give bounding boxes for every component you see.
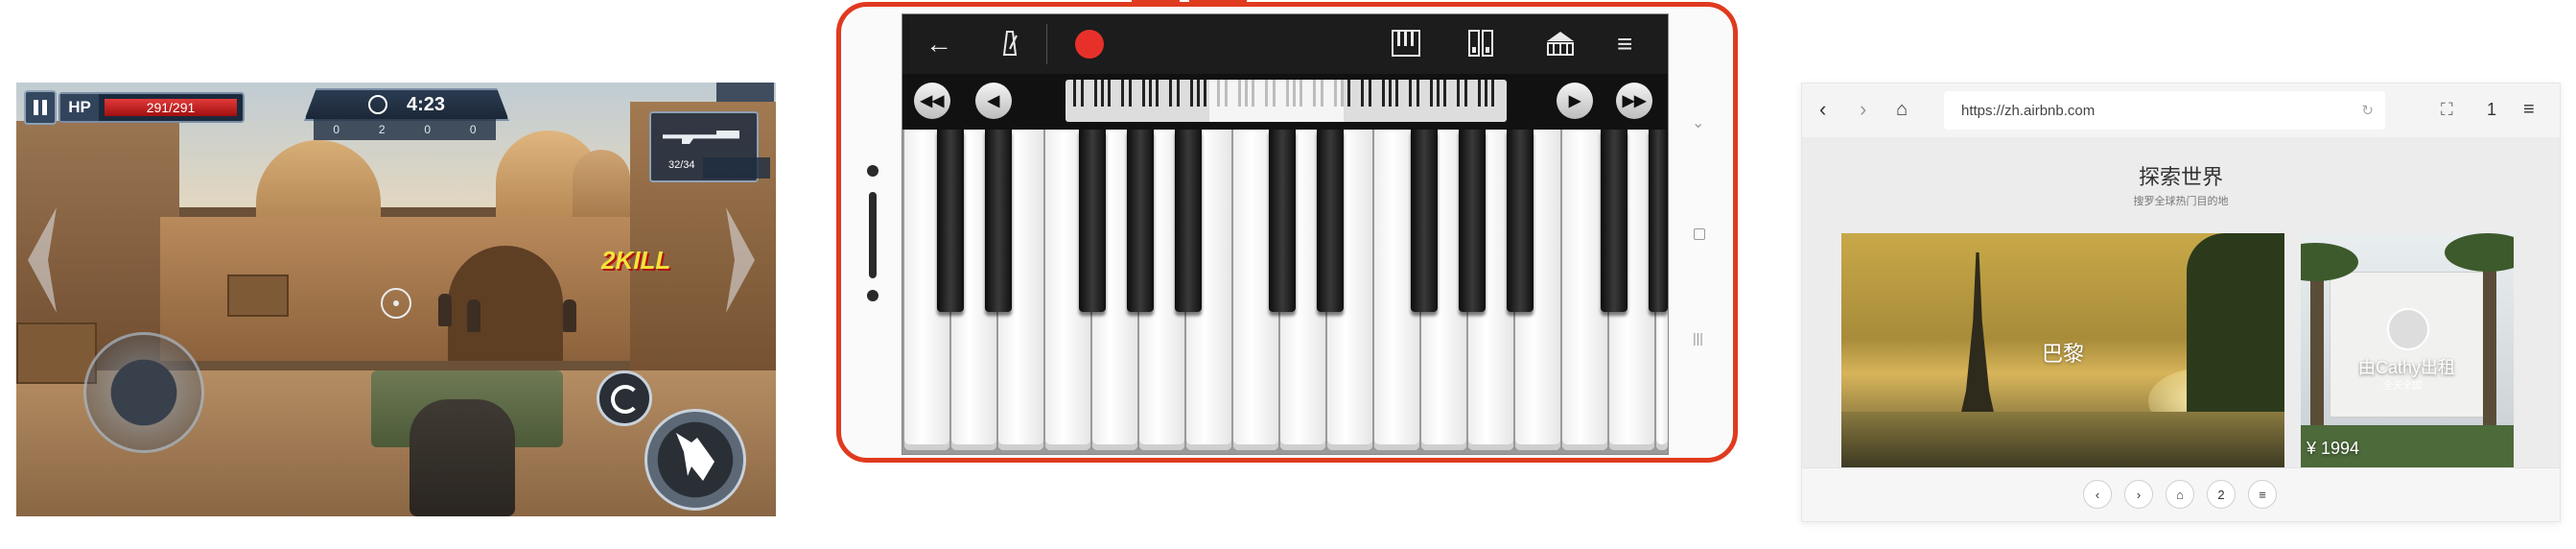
card-title: 巴黎 [2041,342,2084,366]
minimap-viewport[interactable] [1209,80,1344,122]
black-key[interactable] [937,130,964,312]
game-arch [448,246,563,361]
rifle-icon [663,131,739,144]
weapon-slot-tertiary[interactable] [703,157,770,179]
scroll-far-right-button[interactable]: ▶▶ [1616,83,1652,119]
keyboard-mode-icon[interactable] [1392,30,1420,64]
card-river [1841,412,2284,467]
footer-menu-button[interactable]: ≡ [2248,480,2277,509]
footer-back-button[interactable]: ‹ [2083,480,2112,509]
score-far: 0 [469,123,477,136]
game-crate [227,274,289,317]
match-timer: 4:23 [304,88,509,121]
black-key[interactable] [1507,130,1534,312]
scroll-far-left-button[interactable]: ◀◀ [914,83,950,119]
black-key[interactable] [1649,130,1668,312]
black-key[interactable] [1175,130,1202,312]
url-text: https://zh.airbnb.com [1961,102,2096,119]
scroll-left-button[interactable]: ◀ [975,83,1012,119]
black-key[interactable] [1459,130,1486,312]
back-icon[interactable]: ‹ [1819,97,1826,122]
footer-home-button[interactable]: ⌂ [2166,480,2194,509]
palm-tree [2483,252,2496,444]
page-title: 探索世界 [2138,165,2223,189]
avatar [2387,308,2429,350]
clock-icon [367,95,387,114]
destination-card-paris[interactable]: 巴黎 [1841,233,2284,467]
browser-footer-toolbar: ‹ › ⌂ 2 ≡ [1802,467,2560,521]
black-key[interactable] [1601,130,1628,312]
palm-tree [2310,252,2324,444]
black-key[interactable] [1079,130,1106,312]
browser-toolbar: ‹ › ⌂ https://zh.airbnb.com ↻ ⛶ 1 ≡ [1802,84,2560,138]
black-key[interactable] [1411,130,1438,312]
home-icon[interactable]: ⌂ [1896,97,1908,122]
black-key[interactable] [1269,130,1296,312]
reload-button[interactable] [597,370,652,426]
score-mid: 2 [378,123,386,136]
fire-button[interactable] [644,409,746,511]
dual-keyboard-icon[interactable] [1468,30,1493,64]
record-button[interactable] [1075,30,1104,59]
movement-joystick[interactable] [83,332,204,453]
enemy-soldier [563,299,576,332]
player-soldier [410,399,515,516]
listing-card[interactable]: 由Cathy出租 · 全天全国 ¥ 1994 [2301,233,2514,467]
screenshot-icon[interactable]: ⛶ [2441,97,2453,122]
piano-toolbar: ← ≡ [902,14,1668,74]
scroll-right-button[interactable]: ▶ [1557,83,1593,119]
pause-button[interactable] [24,90,57,125]
phone-camera [867,165,878,177]
recents-bars-icon[interactable]: ||| [1693,330,1703,346]
tab-count[interactable]: 1 [2487,97,2496,122]
piano-keyboard [902,130,1668,454]
score-left: 0 [333,123,340,136]
browser-menu-icon[interactable]: ≡ [2523,97,2535,122]
kill-streak-text: 2KILL [601,246,671,274]
page-content: 探索世界 搜罗全球热门目的地 巴黎 由Cathy出租 · 全天全国 ¥ 1994 [1802,137,2560,467]
forward-icon[interactable]: › [1860,97,1866,122]
hp-value: 291/291 [105,99,237,116]
address-bar[interactable]: https://zh.airbnb.com ↻ [1944,91,2385,130]
host-name: 由Cathy出租 [2358,358,2456,377]
refresh-icon[interactable]: ↻ [2361,102,2374,119]
footer-tab-count[interactable]: 2 [2207,480,2236,509]
hp-bar: HP 291/291 [59,92,245,123]
game-screenshot: HP 291/291 4:23 0 2 0 0 32/34 2KILL [16,83,776,516]
toolbar-divider [1046,24,1047,64]
footer-forward-button[interactable]: › [2124,480,2153,509]
metronome-icon[interactable] [998,30,1021,57]
phone-sensor [867,290,878,301]
instrument-icon[interactable] [1545,30,1576,64]
keyboard-navigator: ◀◀ ◀ ▶ ▶▶ [902,74,1668,130]
timer-value: 4:23 [406,93,446,115]
crosshair-icon [381,288,411,319]
back-arrow-icon[interactable]: ← [925,28,952,60]
host-subtitle: · 全天全国 [2377,381,2423,392]
black-key[interactable] [985,130,1012,312]
game-crate [16,322,97,384]
ammo-count: 32/34 [668,159,695,171]
black-key[interactable] [1317,130,1344,312]
piano-app-screen: ← ≡ ◀◀ ◀ ▶ ▶▶ [902,13,1669,455]
enemy-soldier [438,294,452,326]
score-right: 0 [424,123,432,136]
browser-screenshot: ‹ › ⌂ https://zh.airbnb.com ↻ ⛶ 1 ≡ 探索世界… [1801,83,2561,522]
page-subtitle: 搜罗全球热门目的地 [2133,196,2229,207]
listing-price: ¥ 1994 [2307,439,2360,458]
home-square-icon[interactable] [1694,228,1705,240]
weapon-slot-secondary[interactable] [716,83,774,102]
chevron-down-icon[interactable]: ⌄ [1692,113,1704,132]
hp-label: HP [60,94,99,121]
keyboard-minimap[interactable] [1066,80,1507,122]
menu-icon[interactable]: ≡ [1617,28,1632,60]
palm-leaves [2445,233,2514,272]
black-key[interactable] [1127,130,1154,312]
enemy-soldier [467,299,480,332]
phone-speaker [869,192,877,278]
score-bar: 0 2 0 0 [314,119,496,140]
